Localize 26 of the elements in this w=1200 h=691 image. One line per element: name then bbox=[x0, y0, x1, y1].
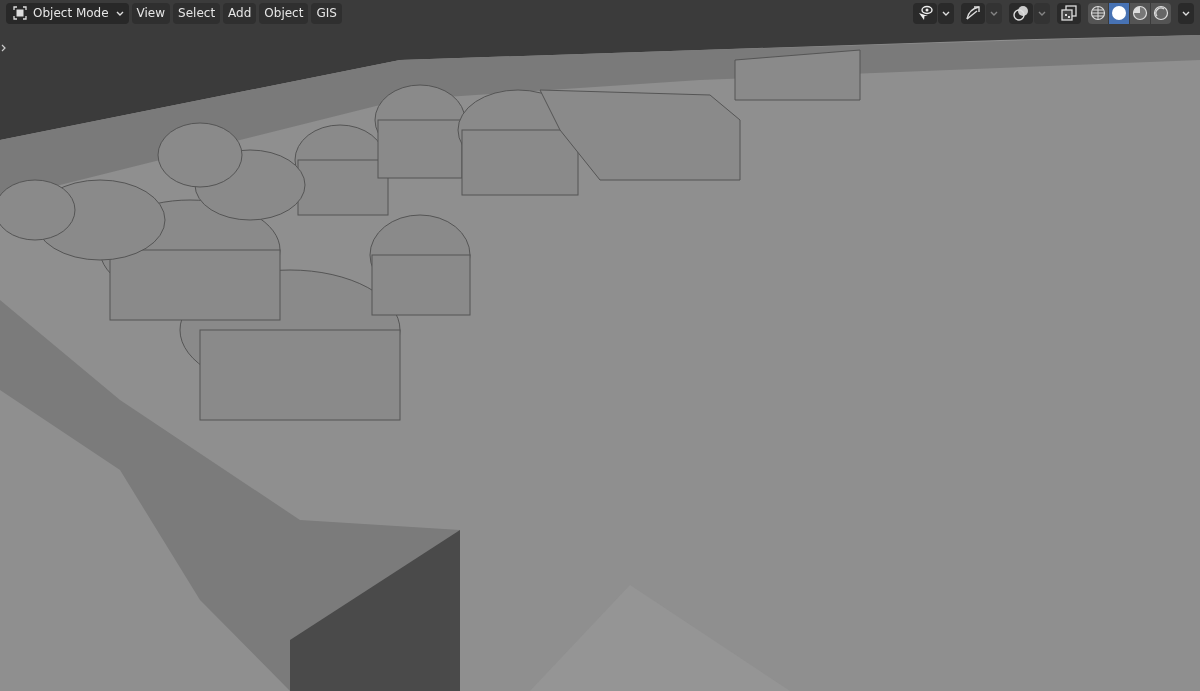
rendered-sphere-icon bbox=[1153, 5, 1169, 21]
xray-button[interactable] bbox=[1057, 2, 1081, 24]
object-mode-icon bbox=[13, 6, 27, 20]
shading-mode-button[interactable] bbox=[1109, 2, 1129, 24]
overlay-circles-icon bbox=[1013, 5, 1029, 21]
shading-mode-button[interactable] bbox=[1088, 2, 1108, 24]
menu-item[interactable]: Object bbox=[259, 2, 309, 24]
menu-item[interactable]: View bbox=[131, 2, 171, 24]
dropdown-button[interactable] bbox=[938, 2, 954, 24]
overlay-circles-button[interactable] bbox=[1009, 2, 1033, 24]
menu-item[interactable]: Select bbox=[173, 2, 221, 24]
dropdown-button[interactable] bbox=[1178, 2, 1194, 24]
menu-item[interactable]: GIS bbox=[311, 2, 342, 24]
mode-dropdown[interactable]: Object Mode bbox=[6, 2, 129, 24]
xray-icon bbox=[1061, 5, 1077, 21]
wireframe-sphere-icon bbox=[1090, 5, 1106, 21]
shading-mode-button[interactable] bbox=[1151, 2, 1171, 24]
gizmo-button[interactable] bbox=[961, 2, 985, 24]
solid-sphere-icon bbox=[1111, 5, 1127, 21]
gizmo-icon bbox=[965, 5, 981, 21]
shading-mode-button[interactable] bbox=[1130, 2, 1150, 24]
eye-pointer-button[interactable] bbox=[913, 2, 937, 24]
chevron-icon[interactable] bbox=[1, 44, 7, 52]
menu-item[interactable]: Add bbox=[223, 2, 257, 24]
material-sphere-icon bbox=[1132, 5, 1148, 21]
eye-pointer-icon bbox=[917, 5, 933, 21]
